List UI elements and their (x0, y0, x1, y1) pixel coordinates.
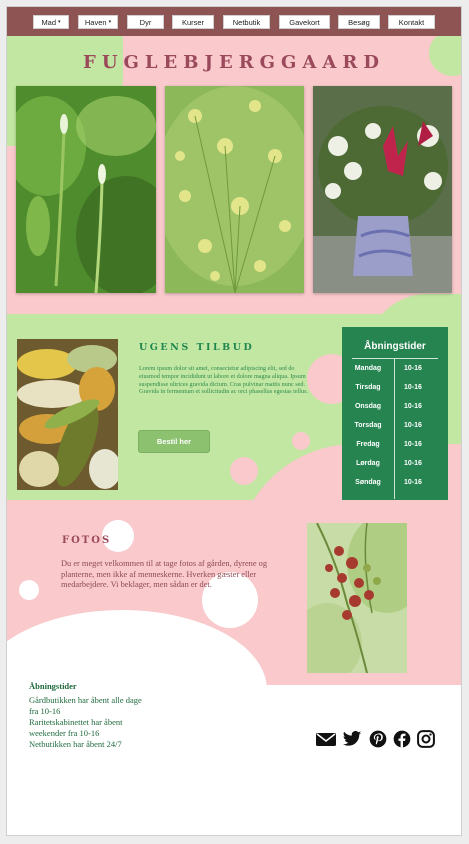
order-button[interactable]: Bestil her (138, 430, 210, 453)
nav-item-mad[interactable]: Mad ▾ (33, 15, 69, 29)
hours-row: Lørdag 10-16 (356, 460, 422, 467)
hero-section: FUGLEBJERGGAARD (7, 36, 461, 314)
vegetables-photo (17, 339, 118, 490)
chevron-down-icon: ▾ (58, 19, 61, 25)
facebook-icon[interactable] (392, 729, 412, 749)
pink-circle (292, 432, 310, 450)
nav-item-besog[interactable]: Besøg (338, 15, 380, 29)
offer-description: Lorem ipsum dolor sit amet, consectetur … (139, 365, 309, 396)
hours-row: Fredag 10-16 (356, 441, 422, 448)
garlic-flowers-photo (16, 86, 156, 293)
instagram-icon[interactable] (416, 729, 436, 749)
photos-title: FOTOS (62, 535, 112, 546)
dill-flowers-photo (165, 86, 304, 293)
footer-line: fra 10-16 (29, 706, 61, 716)
pinterest-icon[interactable] (368, 729, 388, 749)
nav-item-haven[interactable]: Haven ▾ (78, 15, 118, 29)
white-circle (19, 580, 39, 600)
pink-circle (230, 457, 258, 485)
flower-bouquet-photo (313, 86, 452, 293)
nav-item-netbutik[interactable]: Netbutik (223, 15, 270, 29)
hours-row: Torsdag 10-16 (354, 422, 422, 429)
photos-section: FOTOS Du er meget velkommen til at tage … (7, 500, 461, 685)
top-navigation: Mad ▾ Haven ▾ Dyr Kurser Netbutik Gavekort… (7, 7, 461, 36)
hours-row: Mandag 10-16 (354, 365, 422, 372)
footer-opening-hours: Åbningstider Gårdbutikken har åbent alle… (29, 681, 142, 750)
nav-item-kurser[interactable]: Kurser (172, 15, 214, 29)
weekly-offer-section: UGENS TILBUD Lorem ipsum dolor sit amet,… (7, 314, 461, 500)
page-title: FUGLEBJERGGAARD (83, 52, 385, 73)
green-blob (367, 294, 461, 314)
twitter-icon[interactable] (342, 729, 362, 749)
photos-description: Du er meget velkommen til at tage fotos … (61, 559, 268, 590)
opening-hours-box: Åbningstider Mandag 10-16 Tirsdag 10-16 On… (342, 327, 448, 500)
footer-line: Gårdbutikken har åbent alle dage (29, 695, 142, 705)
nav-item-kontakt[interactable]: Kontakt (388, 15, 435, 29)
footer-line: weekender fra 10-16 (29, 728, 100, 738)
nav-item-dyr[interactable]: Dyr (127, 15, 164, 29)
footer-heading: Åbningstider (29, 681, 77, 691)
page: Mad ▾ Haven ▾ Dyr Kurser Netbutik Gavekort… (6, 6, 462, 836)
chevron-down-icon: ▾ (108, 19, 112, 25)
footer-line: Raritetskabinettet har åbent (29, 717, 123, 727)
hours-row: Søndag 10-16 (355, 479, 422, 486)
nav-item-gavekort[interactable]: Gavekort (279, 15, 330, 29)
hours-row: Onsdag 10-16 (354, 403, 422, 410)
divider (352, 358, 438, 359)
opening-hours-title: Åbningstider (364, 341, 426, 352)
footer-line: Netbutikken har åbent 24/7 (29, 739, 122, 749)
offer-title: UGENS TILBUD (139, 342, 255, 353)
tomato-plant-photo (307, 523, 407, 673)
mail-icon[interactable] (315, 729, 336, 749)
hours-row: Tirsdag 10-16 (355, 384, 422, 391)
